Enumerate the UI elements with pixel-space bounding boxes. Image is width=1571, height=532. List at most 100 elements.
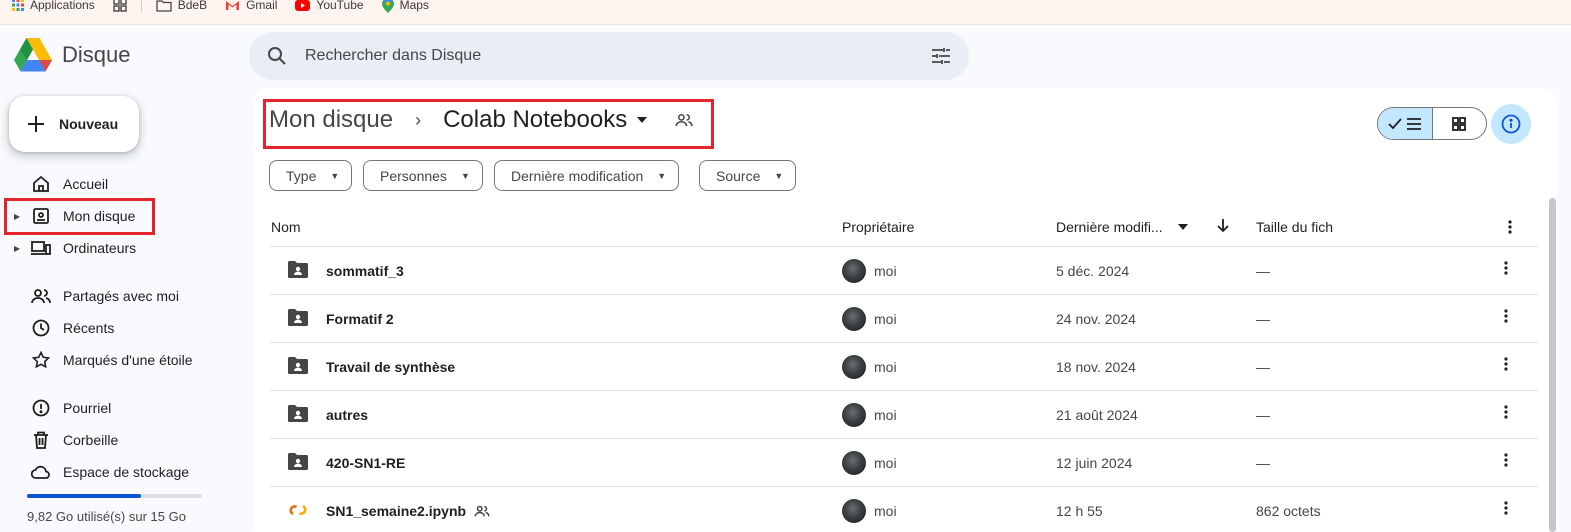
- more-vert-icon[interactable]: [1504, 309, 1508, 323]
- owner-name: moi: [874, 359, 897, 375]
- sidebar-item-computers[interactable]: ▶ Ordinateurs: [14, 232, 136, 264]
- file-name[interactable]: 420-SN1-RE: [326, 455, 405, 471]
- file-name[interactable]: Travail de synthèse: [326, 359, 455, 375]
- modified-date: 12 juin 2024: [1056, 455, 1133, 471]
- apps-grid-icon: [12, 0, 24, 11]
- expand-caret-icon[interactable]: ▶: [14, 244, 24, 253]
- maps-icon: [381, 0, 394, 13]
- sidebar-item-label: Récents: [63, 320, 115, 336]
- sidebar-item-label: Marqués d'une étoile: [63, 352, 193, 368]
- column-header-modified[interactable]: Dernière modifi...: [1056, 219, 1163, 235]
- plus-icon: [28, 116, 44, 132]
- file-size: 862 octets: [1256, 503, 1321, 519]
- cloud-icon: [28, 462, 54, 482]
- chip-label: Personnes: [380, 167, 447, 184]
- modified-date: 21 août 2024: [1056, 407, 1138, 423]
- bookmark-youtube[interactable]: YouTube: [295, 0, 364, 12]
- column-header-size[interactable]: Taille du fich: [1256, 219, 1333, 235]
- file-name-text: SN1_semaine2.ipynb: [326, 503, 467, 519]
- drive-logo[interactable]: Disque: [14, 38, 130, 72]
- search-input[interactable]: [305, 47, 931, 65]
- storage-meter-fill: [27, 494, 141, 498]
- caret-down-icon[interactable]: [1178, 224, 1188, 230]
- file-name[interactable]: autres: [326, 407, 368, 423]
- more-vert-icon[interactable]: [1504, 453, 1508, 467]
- table-row[interactable]: Travail de synthèse moi 18 nov. 2024 —: [270, 343, 1538, 391]
- file-name[interactable]: SN1_semaine2.ipynb: [326, 503, 490, 519]
- sidebar-item-spam[interactable]: Pourriel: [14, 392, 111, 424]
- file-name[interactable]: sommatif_3: [326, 263, 404, 279]
- main-panel: Mon disque › Colab Notebooks Type ▼ Pers…: [253, 88, 1557, 532]
- search-options-icon[interactable]: [931, 47, 951, 65]
- owner-avatar: [842, 403, 866, 427]
- folder-icon: [156, 0, 172, 12]
- owner-avatar: [842, 355, 866, 379]
- more-vert-icon[interactable]: [1504, 357, 1508, 371]
- sidebar-item-trash[interactable]: Corbeille: [14, 424, 118, 456]
- modified-date: 12 h 55: [1056, 503, 1103, 519]
- sidebar-item-starred[interactable]: Marqués d'une étoile: [14, 344, 193, 376]
- column-header-owner[interactable]: Propriétaire: [842, 219, 914, 235]
- bookmark-gmail[interactable]: Gmail: [225, 0, 277, 12]
- details-info-button[interactable]: [1491, 104, 1531, 144]
- owner-name: moi: [874, 503, 897, 519]
- table-row[interactable]: autres moi 21 août 2024 —: [270, 391, 1538, 439]
- owner-name: moi: [874, 263, 897, 279]
- table-row[interactable]: sommatif_3 moi 5 déc. 2024 —: [270, 247, 1538, 295]
- sidebar-item-label: Pourriel: [63, 400, 112, 416]
- sort-arrow-down-icon[interactable]: [1217, 219, 1229, 233]
- search-icon[interactable]: [267, 46, 287, 66]
- chip-label: Type: [286, 167, 317, 184]
- shared-folder-icon: [288, 357, 308, 374]
- modified-date: 5 déc. 2024: [1056, 263, 1130, 279]
- trash-icon: [28, 430, 54, 450]
- bookmark-label: Maps: [399, 0, 429, 12]
- bookmark-label: YouTube: [316, 0, 364, 12]
- new-button[interactable]: Nouveau: [9, 96, 139, 152]
- highlight-box-my-drive: [4, 198, 155, 235]
- grid-view-button[interactable]: [1433, 108, 1487, 139]
- sidebar-item-storage[interactable]: Espace de stockage: [14, 456, 189, 488]
- colab-icon: [289, 504, 307, 516]
- more-vert-icon[interactable]: [1504, 501, 1508, 515]
- more-vert-icon[interactable]: [1504, 261, 1508, 275]
- file-size: —: [1256, 311, 1270, 327]
- scrollbar[interactable]: [1549, 198, 1556, 532]
- file-name[interactable]: Formatif 2: [326, 311, 394, 327]
- sidebar-item-label: Partagés avec moi: [63, 288, 179, 304]
- filter-source-chip[interactable]: Source ▼: [699, 160, 797, 191]
- google-drive-logo-icon: [14, 38, 52, 72]
- filter-type-chip[interactable]: Type ▼: [269, 160, 353, 191]
- sidebar-item-recent[interactable]: Récents: [14, 312, 114, 344]
- bookmarks-divider: [140, 0, 142, 12]
- sidebar-item-label: Corbeille: [63, 432, 119, 448]
- bookmark-applications[interactable]: Applications: [12, 0, 95, 12]
- filter-modified-chip[interactable]: Dernière modification ▼: [494, 160, 680, 191]
- info-icon: [1501, 114, 1521, 134]
- file-size: —: [1256, 263, 1270, 279]
- filter-people-chip[interactable]: Personnes ▼: [363, 160, 483, 191]
- caret-down-icon: ▼: [330, 170, 340, 181]
- owner-name: moi: [874, 455, 897, 471]
- column-header-name[interactable]: Nom: [271, 219, 301, 235]
- table-row[interactable]: SN1_semaine2.ipynb moi 12 h 55 862 octet…: [270, 487, 1538, 532]
- bookmark-maps[interactable]: Maps: [381, 0, 429, 13]
- owner-avatar: [842, 499, 866, 523]
- table-row[interactable]: Formatif 2 moi 24 nov. 2024 —: [270, 295, 1538, 343]
- more-vert-icon[interactable]: [1508, 220, 1512, 234]
- more-vert-icon[interactable]: [1504, 405, 1508, 419]
- sidebar-item-label: Accueil: [63, 176, 109, 192]
- bookmark-tab-groups[interactable]: [113, 0, 127, 12]
- search-bar[interactable]: [249, 32, 969, 80]
- sidebar-item-label: Espace de stockage: [63, 464, 190, 480]
- home-icon: [28, 174, 54, 194]
- owner-avatar: [842, 451, 866, 475]
- chip-label: Dernière modification: [511, 167, 644, 184]
- table-row[interactable]: 420-SN1-RE moi 12 juin 2024 —: [270, 439, 1538, 487]
- bookmark-bdeb[interactable]: BdeB: [156, 0, 207, 12]
- shared-icon: [28, 286, 54, 306]
- list-view-button[interactable]: [1378, 108, 1433, 139]
- sidebar-item-home[interactable]: Accueil: [14, 168, 108, 200]
- tab-groups-icon: [113, 0, 127, 12]
- sidebar-item-shared[interactable]: Partagés avec moi: [14, 280, 179, 312]
